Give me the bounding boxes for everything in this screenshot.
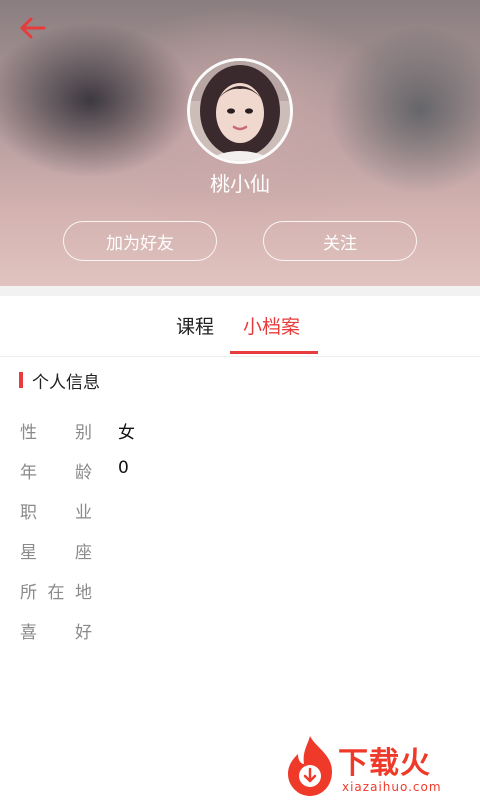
profile-header: 桃小仙 加为好友 关注 bbox=[0, 0, 480, 286]
info-value: 0 bbox=[118, 458, 129, 478]
add-friend-button[interactable]: 加为好友 bbox=[63, 221, 217, 261]
avatar[interactable] bbox=[187, 58, 293, 164]
watermark-url: xiazaihuo.com bbox=[342, 780, 442, 794]
arrow-left-icon bbox=[20, 17, 46, 39]
section-accent-bar bbox=[19, 372, 23, 388]
info-label: 年龄 bbox=[20, 463, 92, 483]
info-label: 职业 bbox=[20, 503, 92, 523]
info-value: 女 bbox=[118, 423, 135, 443]
follow-button[interactable]: 关注 bbox=[263, 221, 417, 261]
info-label: 性别 bbox=[20, 423, 92, 443]
section-divider bbox=[0, 286, 480, 296]
watermark: 下载火 xiazaihuo.com bbox=[282, 734, 478, 798]
back-button[interactable] bbox=[14, 12, 50, 44]
section-title: 个人信息 bbox=[32, 372, 100, 393]
info-label: 星座 bbox=[20, 543, 92, 563]
tab-bar: 课程 小档案 bbox=[0, 296, 480, 357]
active-tab-indicator bbox=[230, 351, 318, 354]
flame-logo-icon bbox=[288, 736, 332, 796]
user-avatar-photo bbox=[190, 61, 290, 161]
section-header: 个人信息 bbox=[19, 369, 100, 393]
info-label: 喜好 bbox=[20, 623, 92, 643]
user-name: 桃小仙 bbox=[210, 172, 270, 196]
info-label: 所在地 bbox=[20, 583, 92, 603]
tab-profile[interactable]: 小档案 bbox=[243, 312, 300, 339]
tab-courses[interactable]: 课程 bbox=[176, 312, 214, 339]
watermark-text: 下载火 bbox=[338, 746, 431, 781]
